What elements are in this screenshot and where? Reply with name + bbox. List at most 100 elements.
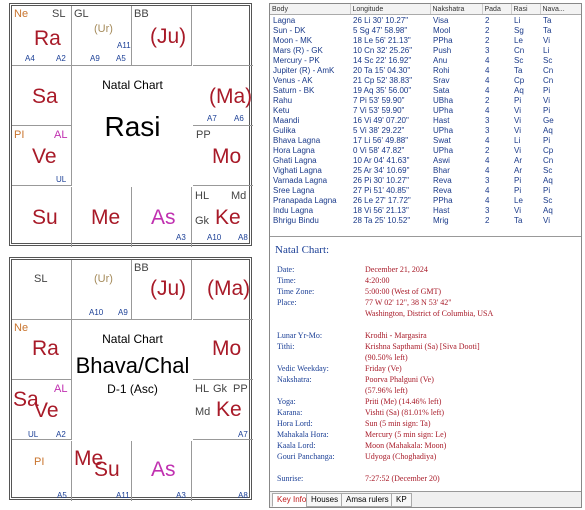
- table-row[interactable]: Venus - AK 21 Cp 52' 38.83" Srav 4 Cp Cn: [270, 75, 581, 85]
- rasi-chart: Natal Chart Rasi Ne SL Ra A4 A2 GL (Ur) …: [9, 3, 253, 247]
- table-cell: 2: [485, 145, 490, 155]
- column-header[interactable]: Pada: [482, 4, 512, 15]
- table-cell: 4: [485, 195, 490, 205]
- table-cell: Ar: [514, 165, 522, 175]
- table-row[interactable]: Sun - DK 5 Sg 47' 58.98" Mool 2 Sg Ta: [270, 25, 581, 35]
- table-cell: Anu: [433, 55, 448, 65]
- detail-label: Lunar Yr-Mo:: [277, 331, 323, 340]
- table-cell: Bhrigu Bindu: [273, 215, 319, 225]
- bhava-arudha-2: A2: [56, 430, 66, 439]
- table-cell: 21 Cp 52' 38.83": [353, 75, 413, 85]
- table-row[interactable]: Mercury - PK 14 Sc 22' 16.92" Anu 4 Sc Sc: [270, 55, 581, 65]
- detail-label: Vedic Weekday:: [277, 364, 329, 373]
- tab-amsa-rulers[interactable]: Amsa rulers: [341, 493, 394, 507]
- table-cell: Saturn - BK: [273, 85, 315, 95]
- table-row[interactable]: Moon - MK 18 Le 56' 21.13" PPha 2 Le Vi: [270, 35, 581, 45]
- table-row[interactable]: Lagna 26 Li 30' 10.27" Visa 2 Li Ta: [270, 15, 581, 26]
- detail-row: Date: December 21, 2024: [275, 264, 581, 275]
- table-row[interactable]: Ghati Lagna 10 Ar 04' 41.63" Aswi 4 Ar Cn: [270, 155, 581, 165]
- table-cell: 4: [485, 155, 490, 165]
- table-row[interactable]: Bhrigu Bindu 28 Ta 25' 10.52" Mrig 2 Ta Vi: [270, 215, 581, 225]
- table-cell: PPha: [433, 195, 453, 205]
- table-cell: Ta: [543, 25, 552, 35]
- detail-value: Krodhi - Margasira: [365, 331, 427, 340]
- rasi-arudha-5: A5: [116, 54, 126, 63]
- table-row[interactable]: Sree Lagna 27 Pi 51' 40.85" Reva 4 Pi Pi: [270, 185, 581, 195]
- table-row[interactable]: Saturn - BK 19 Aq 35' 56.00" Sata 4 Aq Pi: [270, 85, 581, 95]
- detail-value: 4:20:00: [365, 276, 390, 285]
- table-cell: 10 Ar 04' 41.63": [353, 155, 410, 165]
- table-row[interactable]: Rahu 7 Pi 53' 59.90" UBha 2 Pi Vi: [270, 95, 581, 105]
- bhava-rahu: Ra: [32, 337, 59, 360]
- detail-row: [275, 319, 581, 330]
- table-cell: Lagna: [273, 15, 296, 25]
- table-cell: 27 Pi 51' 40.85": [353, 185, 409, 195]
- bhava-arudha-7: A7: [238, 430, 248, 439]
- detail-label: Nakshatra:: [277, 375, 312, 384]
- rasi-sree-lagna: SL: [52, 8, 66, 20]
- rasi-gulika: Gk: [195, 215, 210, 227]
- rasi-sun: Su: [32, 206, 58, 229]
- table-cell: Pi: [514, 185, 522, 195]
- table-row[interactable]: Jupiter (R) - AmK 20 Ta 15' 04.30" Rohi 4 Ta…: [270, 65, 581, 75]
- detail-value: Washington, District of Columbia, USA: [365, 309, 494, 318]
- detail-row: [275, 462, 581, 473]
- table-cell: Aq: [514, 85, 524, 95]
- table-row[interactable]: Varnada Lagna 26 Pi 30' 10.27" Reva 3 Pi Aq: [270, 175, 581, 185]
- table-row[interactable]: Pranapada Lagna 26 Le 27' 17.72" PPha 4 Le Sc: [270, 195, 581, 205]
- table-cell: Ketu: [273, 105, 290, 115]
- table-row[interactable]: Hora Lagna 0 Vi 58' 47.82" UPha 2 Vi Cp: [270, 145, 581, 155]
- table-row[interactable]: Indu Lagna 18 Vi 56' 21.13" Hast 3 Vi Aq: [270, 205, 581, 215]
- column-header[interactable]: Longitude: [350, 4, 431, 15]
- detail-row: Sunrise: 7:27:52 (December 20): [275, 473, 581, 484]
- table-cell: Visa: [433, 15, 449, 25]
- table-cell: 4: [485, 65, 490, 75]
- planet-table-wrap[interactable]: Body Longitude Nakshatra Pada Rasi Nava.…: [270, 4, 581, 237]
- table-row[interactable]: Ketu 7 Vi 53' 59.90" UPha 4 Vi Pi: [270, 105, 581, 115]
- table-cell: 4: [485, 75, 490, 85]
- column-header[interactable]: Body: [270, 4, 351, 15]
- table-cell: 0 Vi 58' 47.82": [353, 145, 405, 155]
- table-cell: Ar: [514, 155, 522, 165]
- table-cell: UBha: [433, 95, 454, 105]
- detail-row: Place: 77 W 02' 12", 38 N 53' 42": [275, 297, 581, 308]
- table-row[interactable]: Gulika 5 Vi 38' 29.22" UPha 3 Vi Aq: [270, 125, 581, 135]
- table-cell: Aq: [543, 175, 553, 185]
- table-cell: 18 Vi 56' 21.13": [353, 205, 409, 215]
- bhava-jupiter: (Ju): [150, 277, 187, 300]
- tab-kp[interactable]: KP: [391, 493, 412, 507]
- detail-value: Krishna Sapthami (Sa) [Siva Dooti]: [365, 342, 480, 351]
- table-cell: Pranapada Lagna: [273, 195, 337, 205]
- rasi-house-4[interactable]: [193, 6, 253, 66]
- detail-label: Yoga:: [277, 397, 296, 406]
- rasi-rahu: Ra: [34, 27, 61, 50]
- tab-houses[interactable]: Houses: [306, 493, 344, 507]
- table-cell: Li: [514, 15, 521, 25]
- table-cell: Cn: [543, 155, 554, 165]
- table-cell: 2: [485, 15, 490, 25]
- bhava-house-1[interactable]: [12, 260, 72, 320]
- table-cell: Mars (R) - GK: [273, 45, 323, 55]
- rasi-ascendant: As: [151, 206, 176, 229]
- rasi-arudha-lagna: AL: [54, 129, 68, 141]
- column-header[interactable]: Nakshatra: [430, 4, 483, 15]
- table-cell: Sc: [514, 55, 524, 65]
- table-row[interactable]: Mars (R) - GK 10 Cn 32' 25.26" Push 3 Cn Li: [270, 45, 581, 55]
- detail-value: December 21, 2024: [365, 265, 428, 274]
- rasi-arudha-2: A2: [56, 54, 66, 63]
- column-header[interactable]: Rasi: [511, 4, 541, 15]
- detail-value: 7:27:52 (December 20): [365, 474, 440, 483]
- table-cell: Aq: [543, 125, 553, 135]
- table-cell: Vi: [543, 215, 550, 225]
- column-header[interactable]: Nava...: [540, 4, 581, 15]
- rasi-arudha-3: A3: [176, 233, 186, 242]
- table-cell: Hora Lagna: [273, 145, 315, 155]
- bhava-pluto: PI: [34, 456, 45, 468]
- table-row[interactable]: Bhava Lagna 17 Li 56' 49.88" Swat 4 Li Pi: [270, 135, 581, 145]
- detail-row: Time Zone: 5:00:00 (West of GMT): [275, 286, 581, 297]
- table-cell: Srav: [433, 75, 450, 85]
- table-row[interactable]: Vighati Lagna 25 Ar 34' 10.69" Bhar 4 Ar Sc: [270, 165, 581, 175]
- table-cell: Gulika: [273, 125, 296, 135]
- table-cell: Jupiter (R) - AmK: [273, 65, 335, 75]
- table-row[interactable]: Maandi 16 Vi 49' 07.20" Hast 3 Vi Ge: [270, 115, 581, 125]
